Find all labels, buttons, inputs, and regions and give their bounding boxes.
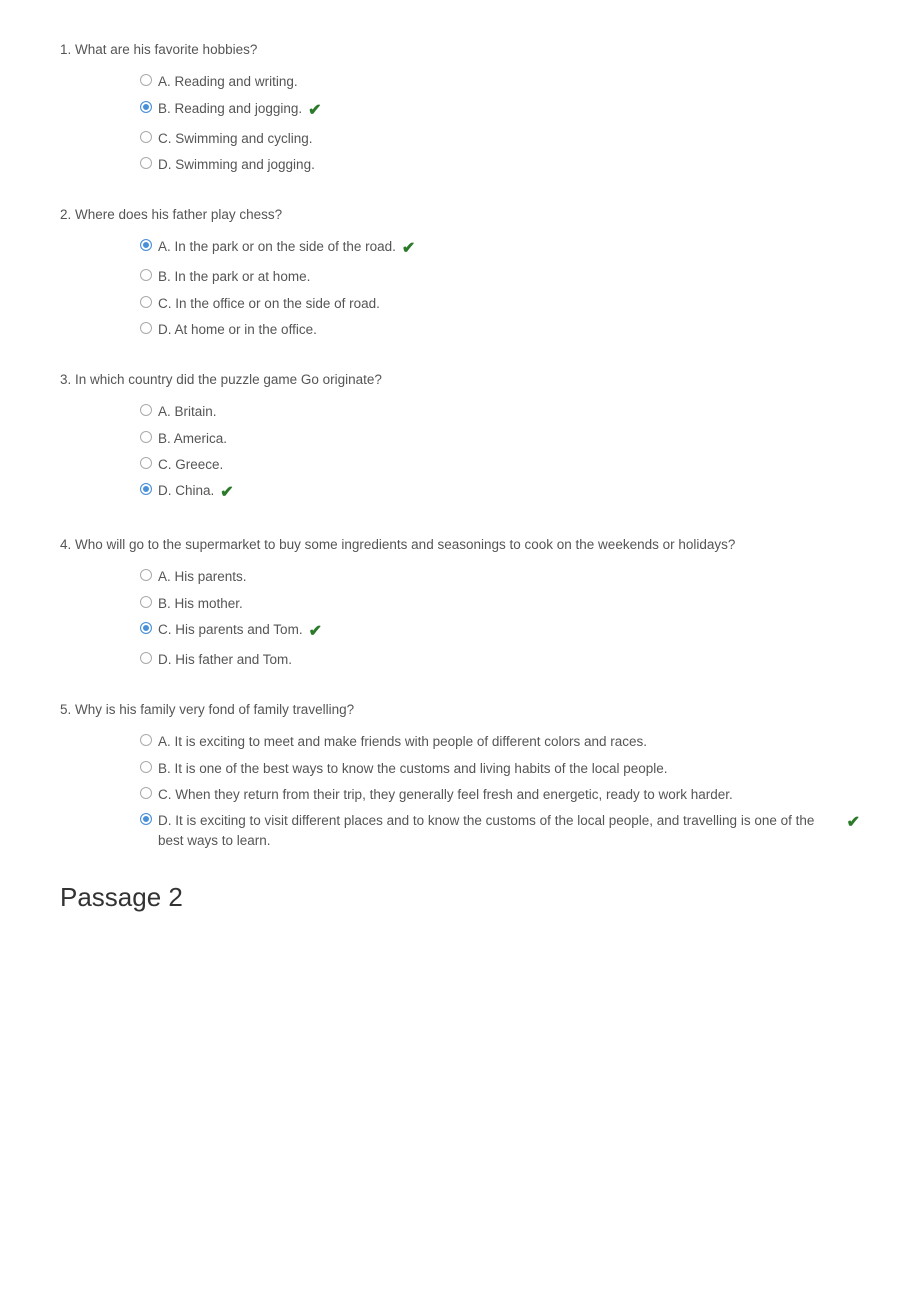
check-mark-q3-3: ✔ <box>220 481 233 505</box>
option-label-q3-2: C. Greece. <box>158 455 223 475</box>
option-label-q5-2: C. When they return from their trip, the… <box>158 785 733 805</box>
option-row-q1-0[interactable]: A. Reading and writing. <box>140 72 860 92</box>
option-row-q3-0[interactable]: A. Britain. <box>140 402 860 422</box>
option-row-q4-3[interactable]: D. His father and Tom. <box>140 650 860 670</box>
question-text-q2: 2. Where does his father play chess? <box>60 205 860 225</box>
radio-q2-2[interactable] <box>140 296 152 308</box>
radio-q3-0[interactable] <box>140 404 152 416</box>
check-mark-q4-2: ✔ <box>309 620 322 644</box>
option-row-q4-0[interactable]: A. His parents. <box>140 567 860 587</box>
option-label-q4-1: B. His mother. <box>158 594 243 614</box>
question-q5: 5. Why is his family very fond of family… <box>60 700 860 852</box>
radio-q3-3[interactable] <box>140 483 152 495</box>
option-row-q3-1[interactable]: B. America. <box>140 429 860 449</box>
option-row-q1-2[interactable]: C. Swimming and cycling. <box>140 129 860 149</box>
option-label-q1-0: A. Reading and writing. <box>158 72 298 92</box>
radio-q5-2[interactable] <box>140 787 152 799</box>
question-q2: 2. Where does his father play chess? A. I… <box>60 205 860 340</box>
option-row-q5-1[interactable]: B. It is one of the best ways to know th… <box>140 759 860 779</box>
passage-heading: Passage 2 <box>60 882 860 913</box>
option-row-q5-2[interactable]: C. When they return from their trip, the… <box>140 785 860 805</box>
radio-q4-1[interactable] <box>140 596 152 608</box>
option-row-q3-2[interactable]: C. Greece. <box>140 455 860 475</box>
option-label-q2-2: C. In the office or on the side of road. <box>158 294 380 314</box>
radio-q4-2[interactable] <box>140 622 152 634</box>
radio-q1-1[interactable] <box>140 101 152 113</box>
option-label-q1-2: C. Swimming and cycling. <box>158 129 313 149</box>
options-q4: A. His parents. B. His mother. C. His pare… <box>140 567 860 670</box>
option-label-q4-2: C. His parents and Tom. <box>158 620 303 640</box>
question-text-q4: 4. Who will go to the supermarket to buy… <box>60 535 860 555</box>
check-mark-q5-3: ✔ <box>847 811 860 835</box>
option-label-q2-1: B. In the park or at home. <box>158 267 310 287</box>
option-label-q4-3: D. His father and Tom. <box>158 650 292 670</box>
option-label-q3-1: B. America. <box>158 429 227 449</box>
options-q5: A. It is exciting to meet and make frien… <box>140 732 860 851</box>
quiz-container: 1. What are his favorite hobbies? A. Read… <box>60 40 860 913</box>
radio-q5-3[interactable] <box>140 813 152 825</box>
question-text-q1: 1. What are his favorite hobbies? <box>60 40 860 60</box>
check-mark-q1-1: ✔ <box>308 99 321 123</box>
option-label-q3-0: A. Britain. <box>158 402 217 422</box>
options-q3: A. Britain. B. America. C. Greece. D. China… <box>140 402 860 505</box>
radio-q1-2[interactable] <box>140 131 152 143</box>
option-label-q2-0: A. In the park or on the side of the roa… <box>158 237 396 257</box>
option-row-q4-1[interactable]: B. His mother. <box>140 594 860 614</box>
option-row-q2-3[interactable]: D. At home or in the office. <box>140 320 860 340</box>
question-text-q5: 5. Why is his family very fond of family… <box>60 700 860 720</box>
options-q2: A. In the park or on the side of the roa… <box>140 237 860 340</box>
option-row-q5-3[interactable]: D. It is exciting to visit different pla… <box>140 811 860 852</box>
radio-q5-1[interactable] <box>140 761 152 773</box>
option-row-q2-0[interactable]: A. In the park or on the side of the roa… <box>140 237 860 261</box>
option-label-q5-1: B. It is one of the best ways to know th… <box>158 759 668 779</box>
option-row-q1-1[interactable]: B. Reading and jogging. ✔ <box>140 99 860 123</box>
question-text-q3: 3. In which country did the puzzle game … <box>60 370 860 390</box>
option-row-q2-1[interactable]: B. In the park or at home. <box>140 267 860 287</box>
radio-q2-3[interactable] <box>140 322 152 334</box>
option-row-q4-2[interactable]: C. His parents and Tom. ✔ <box>140 620 860 644</box>
radio-q3-2[interactable] <box>140 457 152 469</box>
radio-q5-0[interactable] <box>140 734 152 746</box>
option-label-q3-3: D. China. <box>158 481 214 501</box>
check-mark-q2-0: ✔ <box>402 237 415 261</box>
radio-q4-3[interactable] <box>140 652 152 664</box>
radio-q4-0[interactable] <box>140 569 152 581</box>
option-row-q2-2[interactable]: C. In the office or on the side of road. <box>140 294 860 314</box>
option-label-q2-3: D. At home or in the office. <box>158 320 317 340</box>
radio-q2-0[interactable] <box>140 239 152 251</box>
option-row-q5-0[interactable]: A. It is exciting to meet and make frien… <box>140 732 860 752</box>
radio-q3-1[interactable] <box>140 431 152 443</box>
option-label-q5-3: D. It is exciting to visit different pla… <box>158 811 841 852</box>
radio-q1-0[interactable] <box>140 74 152 86</box>
option-label-q4-0: A. His parents. <box>158 567 247 587</box>
options-q1: A. Reading and writing. B. Reading and jo… <box>140 72 860 175</box>
question-q3: 3. In which country did the puzzle game … <box>60 370 860 505</box>
question-q4: 4. Who will go to the supermarket to buy… <box>60 535 860 670</box>
option-label-q5-0: A. It is exciting to meet and make frien… <box>158 732 647 752</box>
option-label-q1-3: D. Swimming and jogging. <box>158 155 315 175</box>
option-row-q1-3[interactable]: D. Swimming and jogging. <box>140 155 860 175</box>
question-q1: 1. What are his favorite hobbies? A. Read… <box>60 40 860 175</box>
radio-q2-1[interactable] <box>140 269 152 281</box>
option-row-q3-3[interactable]: D. China. ✔ <box>140 481 860 505</box>
radio-q1-3[interactable] <box>140 157 152 169</box>
option-label-q1-1: B. Reading and jogging. <box>158 99 302 119</box>
